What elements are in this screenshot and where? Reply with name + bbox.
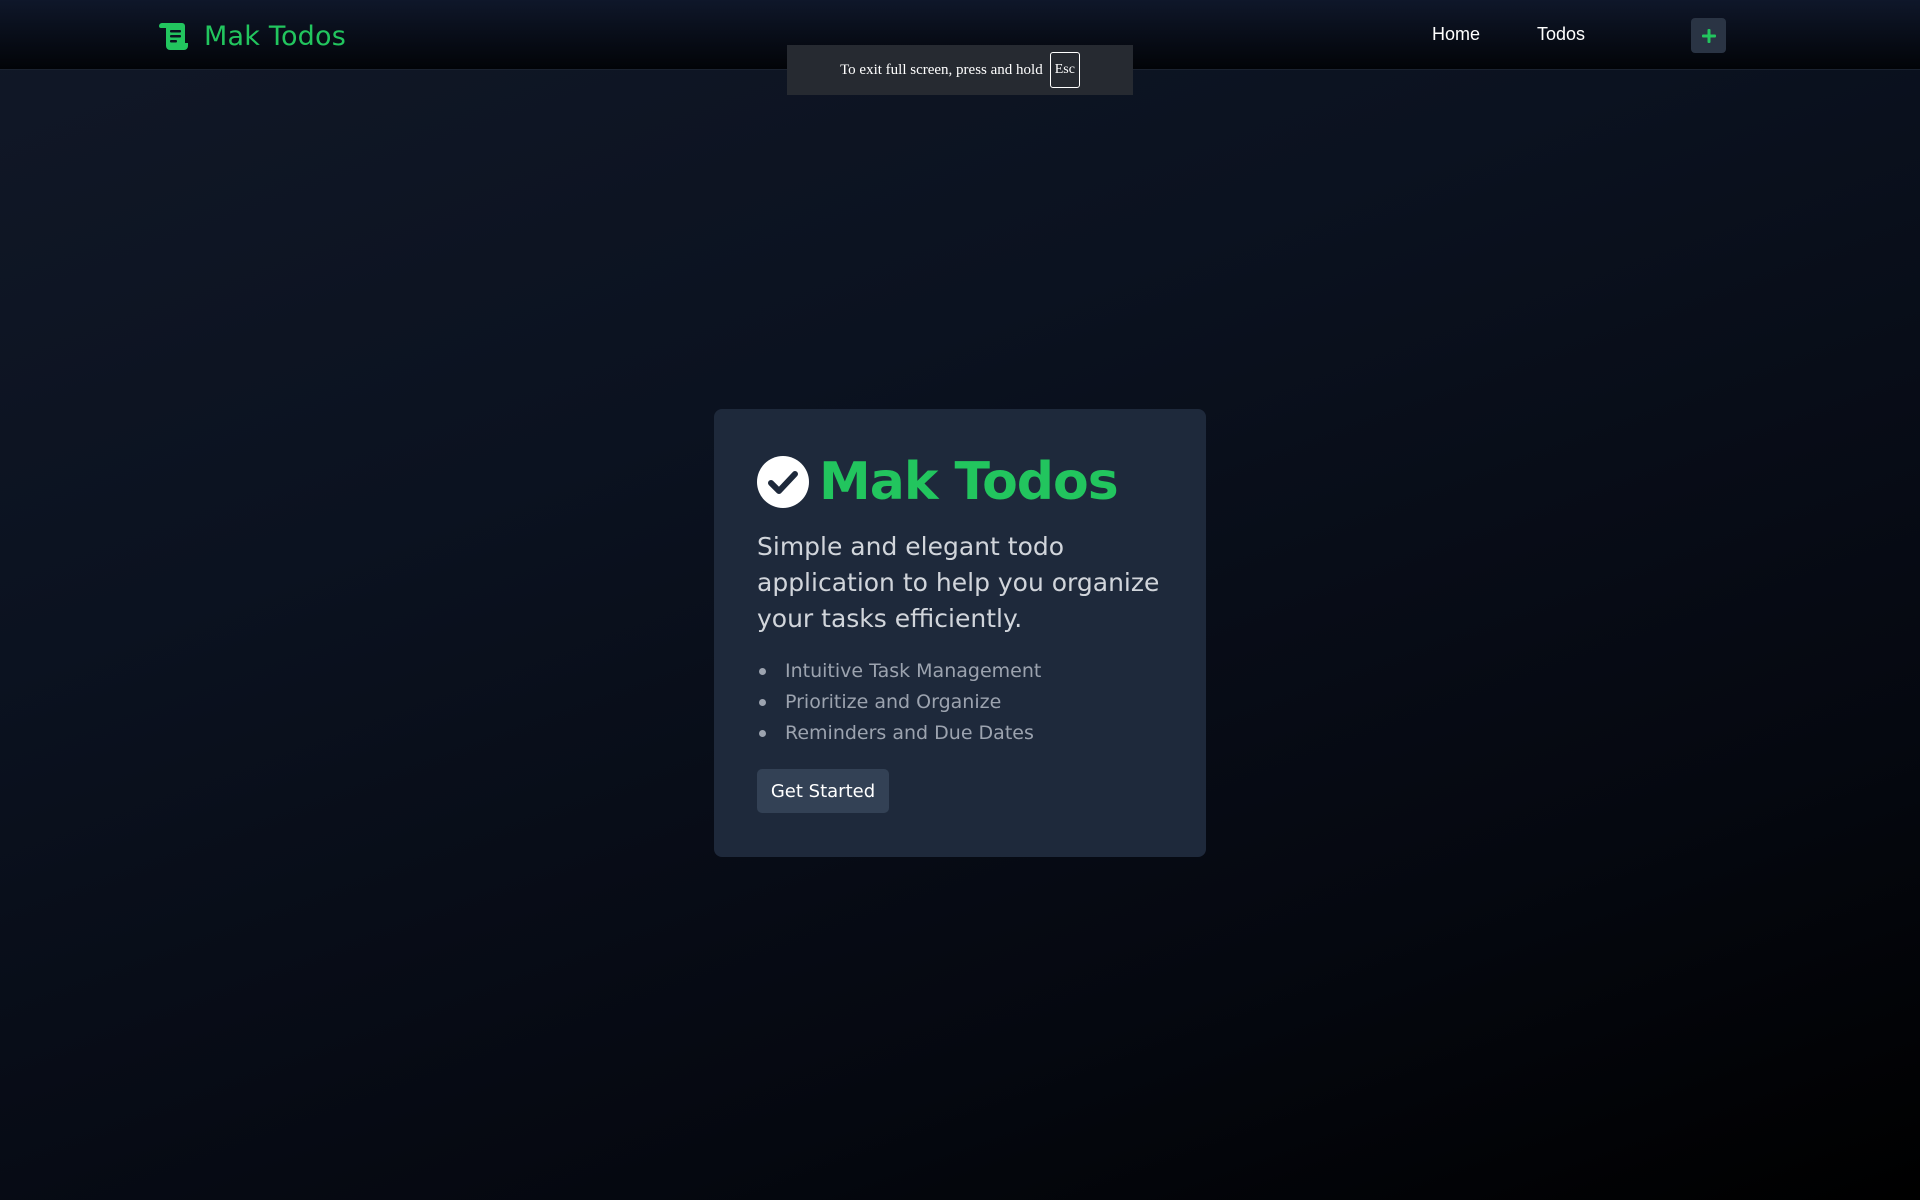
plus-icon [1701, 28, 1716, 43]
feature-label: Intuitive Task Management [785, 660, 1042, 682]
hero-subtitle: Simple and elegant todo application to h… [757, 532, 1160, 633]
nav-link-todos[interactable]: Todos [1537, 24, 1585, 45]
feature-label: Prioritize and Organize [785, 691, 1002, 713]
feature-label: Reminders and Due Dates [785, 722, 1034, 744]
list-item: Prioritize and Organize [757, 687, 1041, 718]
bullet-icon [759, 730, 766, 737]
brand-name: Mak Todos [204, 20, 347, 52]
scroll-icon [159, 23, 188, 50]
fullscreen-notice-text: To exit full screen, press and hold [840, 61, 1043, 78]
list-item: Reminders and Due Dates [757, 718, 1041, 749]
list-item: Intuitive Task Management [757, 656, 1041, 687]
get-started-button[interactable]: Get Started [757, 769, 889, 813]
hero-card: Mak Todos Simple and elegant todo applic… [714, 409, 1206, 857]
esc-key-badge: Esc [1049, 52, 1080, 88]
bullet-icon [759, 699, 766, 706]
hero-title: Mak Todos [819, 452, 1119, 512]
check-circle-icon [757, 456, 809, 508]
brand-link[interactable]: Mak Todos [158, 18, 346, 54]
hero-title-row: Mak Todos [757, 452, 1119, 512]
feature-list: Intuitive Task Management Prioritize and… [757, 656, 1041, 749]
add-todo-button[interactable] [1691, 18, 1726, 53]
fullscreen-exit-notice: To exit full screen, press and hold Esc [787, 45, 1133, 95]
bullet-icon [759, 668, 766, 675]
nav-link-home[interactable]: Home [1432, 24, 1480, 45]
